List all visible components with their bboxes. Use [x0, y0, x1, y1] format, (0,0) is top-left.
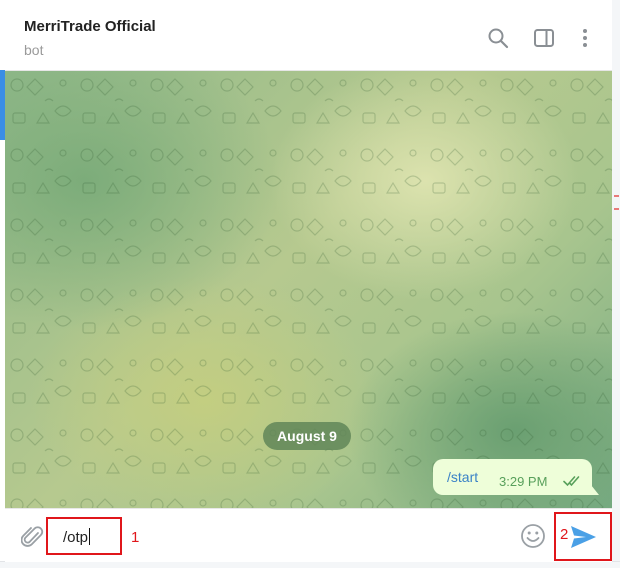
message-input-value: /otp	[63, 529, 89, 546]
send-arrow-icon	[571, 526, 596, 548]
search-icon[interactable]	[486, 26, 510, 50]
text-caret	[89, 528, 91, 545]
sidebar-toggle-icon[interactable]	[532, 26, 556, 50]
message-tail	[591, 485, 599, 495]
chat-window: MerriTrade Official bot August 9 /start …	[5, 0, 612, 562]
paperclip-icon[interactable]	[20, 525, 45, 549]
date-separator: August 9	[263, 422, 351, 450]
background-app-edge	[611, 0, 620, 568]
more-vertical-icon[interactable]	[573, 26, 597, 50]
chat-messages-area[interactable]: August 9 /start 3:29 PM	[5, 71, 612, 508]
message-input-highlight: /otp	[46, 517, 122, 555]
message-text-command[interactable]: /start	[447, 469, 478, 485]
message-time: 3:29 PM	[499, 474, 548, 489]
message-composer: /otp 1 2	[5, 508, 612, 562]
emoji-icon[interactable]	[519, 522, 547, 550]
send-button[interactable]	[569, 524, 597, 550]
chat-header: MerriTrade Official bot	[5, 0, 612, 71]
outgoing-message[interactable]: /start 3:29 PM	[433, 459, 599, 495]
chat-subtitle: bot	[24, 42, 44, 58]
send-button-highlight	[554, 512, 612, 561]
background-app-bottom-edge	[0, 561, 620, 568]
message-input[interactable]: /otp	[63, 528, 91, 546]
chat-title[interactable]: MerriTrade Official	[24, 18, 156, 35]
annotation-number-1: 1	[131, 529, 140, 546]
double-check-icon	[563, 474, 583, 492]
